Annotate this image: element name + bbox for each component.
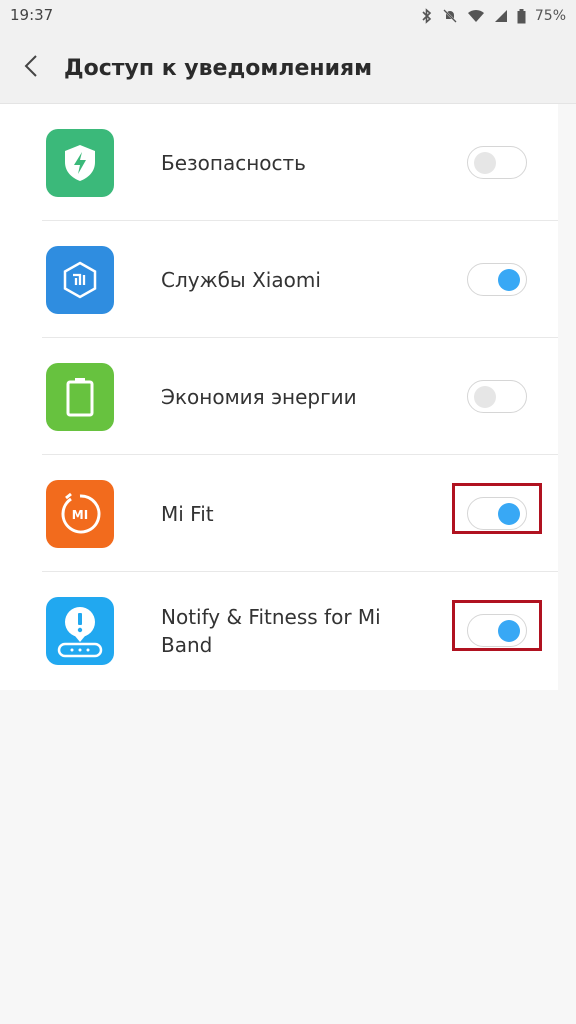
list-item: Экономия энергии [0,338,558,455]
xiaomi-services-icon [46,246,114,314]
app-label: Экономия энергии [161,385,357,409]
toggle-knob [474,386,496,408]
app-label: Службы Xiaomi [161,268,321,292]
app-label-line1: Notify & Fitness for Mi [161,605,381,629]
app-label: Mi Fit [161,502,214,526]
list-item: Notify & Fitness for Mi Band [0,572,558,689]
list-item: Службы Xiaomi [0,221,558,338]
chevron-left-icon [24,54,38,82]
list-item: Безопасность [0,104,558,221]
app-label: Notify & Fitness for Mi Band [161,603,381,659]
status-bar: 19:37 75% [0,0,576,32]
mute-icon [442,8,458,24]
app-list: Безопасность Службы Xiaomi Экономия энер… [0,104,558,690]
list-item: MI Mi Fit [0,455,558,572]
mi-fit-icon: MI [46,480,114,548]
notification-toggle[interactable] [467,380,527,413]
security-shield-icon [46,129,114,197]
battery-saver-icon [46,363,114,431]
notification-toggle[interactable] [467,263,527,296]
signal-icon [494,9,508,23]
battery-percent: 75% [534,8,566,24]
toggle-knob [474,152,496,174]
notification-toggle[interactable] [467,146,527,179]
toggle-knob [498,269,520,291]
page-title: Доступ к уведомлениям [64,56,373,81]
highlight-box [452,600,542,651]
app-label: Безопасность [161,151,306,175]
status-icons: 75% [421,6,566,26]
bluetooth-icon [421,8,433,24]
svg-text:MI: MI [72,508,88,522]
wifi-icon [467,9,485,23]
header: Доступ к уведомлениям [0,32,576,104]
app-label-line2: Band [161,633,213,657]
notify-fitness-icon [46,597,114,665]
battery-icon [517,8,526,24]
status-time: 19:37 [10,6,54,24]
highlight-box [452,483,542,534]
back-button[interactable] [14,51,48,85]
